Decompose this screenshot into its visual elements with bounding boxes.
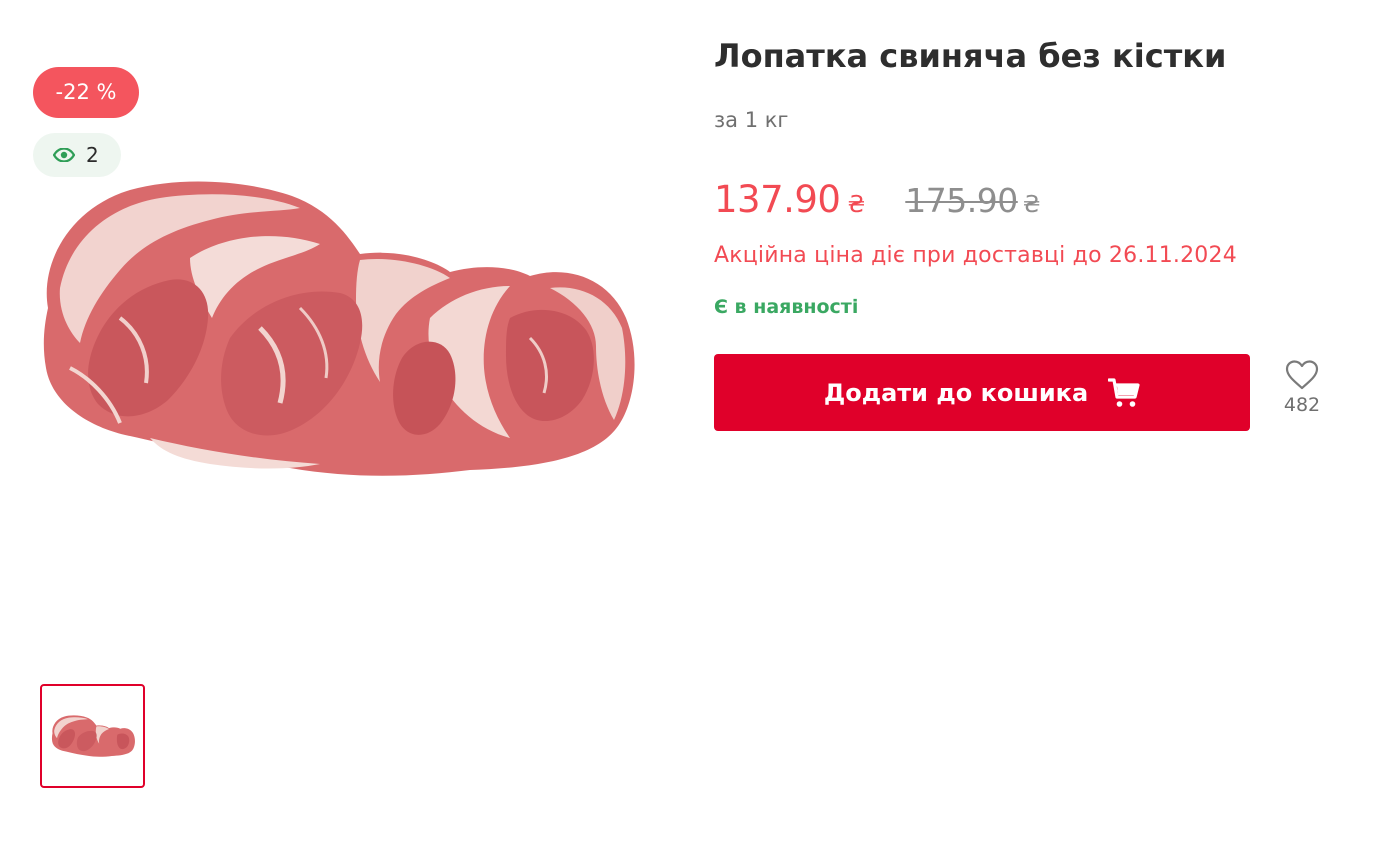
promo-note: Акційна ціна діє при доставці до 26.11.2…	[714, 243, 1237, 268]
product-main-image[interactable]	[30, 168, 642, 488]
price-old: 175.90	[905, 181, 1018, 220]
add-to-cart-label: Додати до кошика	[823, 378, 1089, 407]
gallery-thumbnail[interactable]	[40, 684, 145, 788]
price-current: 137.90	[714, 178, 841, 221]
currency-symbol-old: ₴	[1022, 192, 1041, 218]
favorites-count: 482	[1283, 394, 1321, 416]
cart-icon	[1108, 377, 1140, 408]
product-gallery: -22 % 2	[0, 0, 680, 855]
price-row: 137.90 ₴ 175.90 ₴	[714, 178, 1041, 221]
heart-icon	[1280, 360, 1324, 390]
product-info: Лопатка свиняча без кістки за 1 кг 137.9…	[714, 0, 1354, 855]
pork-shoulder-image	[43, 181, 635, 476]
discount-badge: -22 %	[33, 67, 139, 118]
add-to-cart-button[interactable]: Додати до кошика	[714, 354, 1250, 431]
stock-status: Є в наявності	[714, 296, 859, 318]
eye-icon	[53, 148, 75, 162]
product-title: Лопатка свиняча без кістки	[714, 37, 1227, 75]
product-unit: за 1 кг	[714, 108, 789, 132]
views-badge: 2	[33, 133, 121, 177]
views-count: 2	[86, 143, 99, 167]
pork-shoulder-thumbnail-image	[51, 715, 135, 757]
favorite-button[interactable]: 482	[1280, 360, 1324, 416]
currency-symbol-current: ₴	[847, 192, 866, 218]
product-page: -22 % 2 Лопатка свиняча без кістки за 1 …	[0, 0, 1400, 855]
